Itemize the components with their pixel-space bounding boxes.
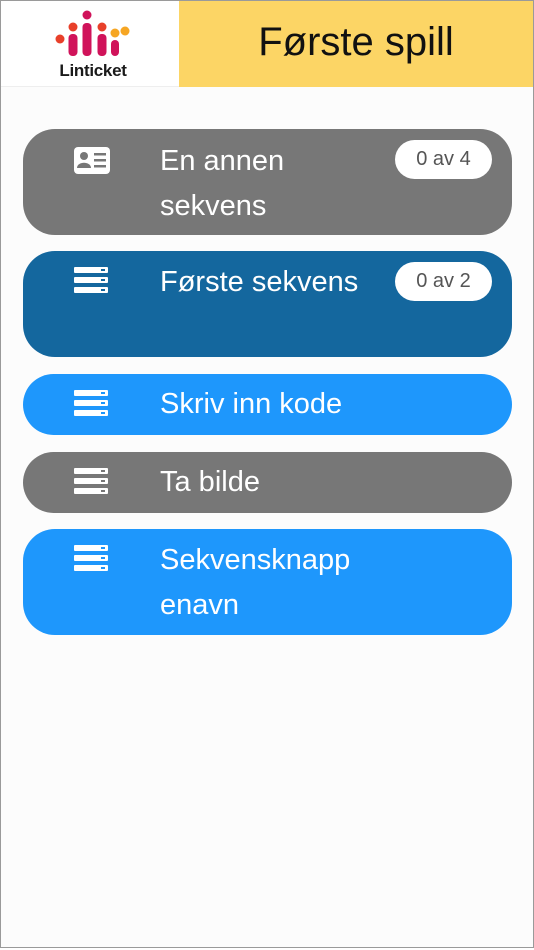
sequence-button-en-annen-sekvens[interactable]: En annen sekvens 0 av 4 bbox=[23, 129, 512, 235]
logo-text: Linticket bbox=[59, 61, 127, 80]
progress-badge: 0 av 4 bbox=[395, 140, 492, 179]
id-card-icon bbox=[74, 147, 110, 174]
list-icon bbox=[74, 267, 108, 293]
logo: Linticket bbox=[1, 1, 179, 87]
button-label: En annen sekvens bbox=[160, 145, 285, 222]
logo-icon bbox=[55, 10, 130, 56]
sequence-button-sekvensknapp-enavn[interactable]: Sekvensknapp enavn bbox=[23, 529, 512, 635]
button-label: Sekvensknapp enavn bbox=[160, 544, 351, 621]
page-title: Første spill bbox=[258, 19, 454, 64]
list-icon bbox=[74, 545, 108, 571]
header: Linticket Første spill bbox=[1, 1, 533, 87]
sequence-button-skriv-inn-kode[interactable]: Skriv inn kode bbox=[23, 374, 512, 435]
sequence-button-ta-bilde[interactable]: Ta bilde bbox=[23, 452, 512, 513]
button-label: Skriv inn kode bbox=[160, 388, 343, 420]
list-icon bbox=[74, 468, 108, 494]
title-bar: Første spill bbox=[179, 1, 533, 87]
progress-badge: 0 av 2 bbox=[395, 262, 492, 301]
list-icon bbox=[74, 390, 108, 416]
button-label: Første sekvens bbox=[160, 266, 359, 298]
app-frame: Linticket Første spill En annen sekvens … bbox=[0, 0, 534, 948]
sequence-button-forste-sekvens[interactable]: Første sekvens 0 av 2 bbox=[23, 251, 512, 357]
button-label: Ta bilde bbox=[160, 466, 260, 498]
